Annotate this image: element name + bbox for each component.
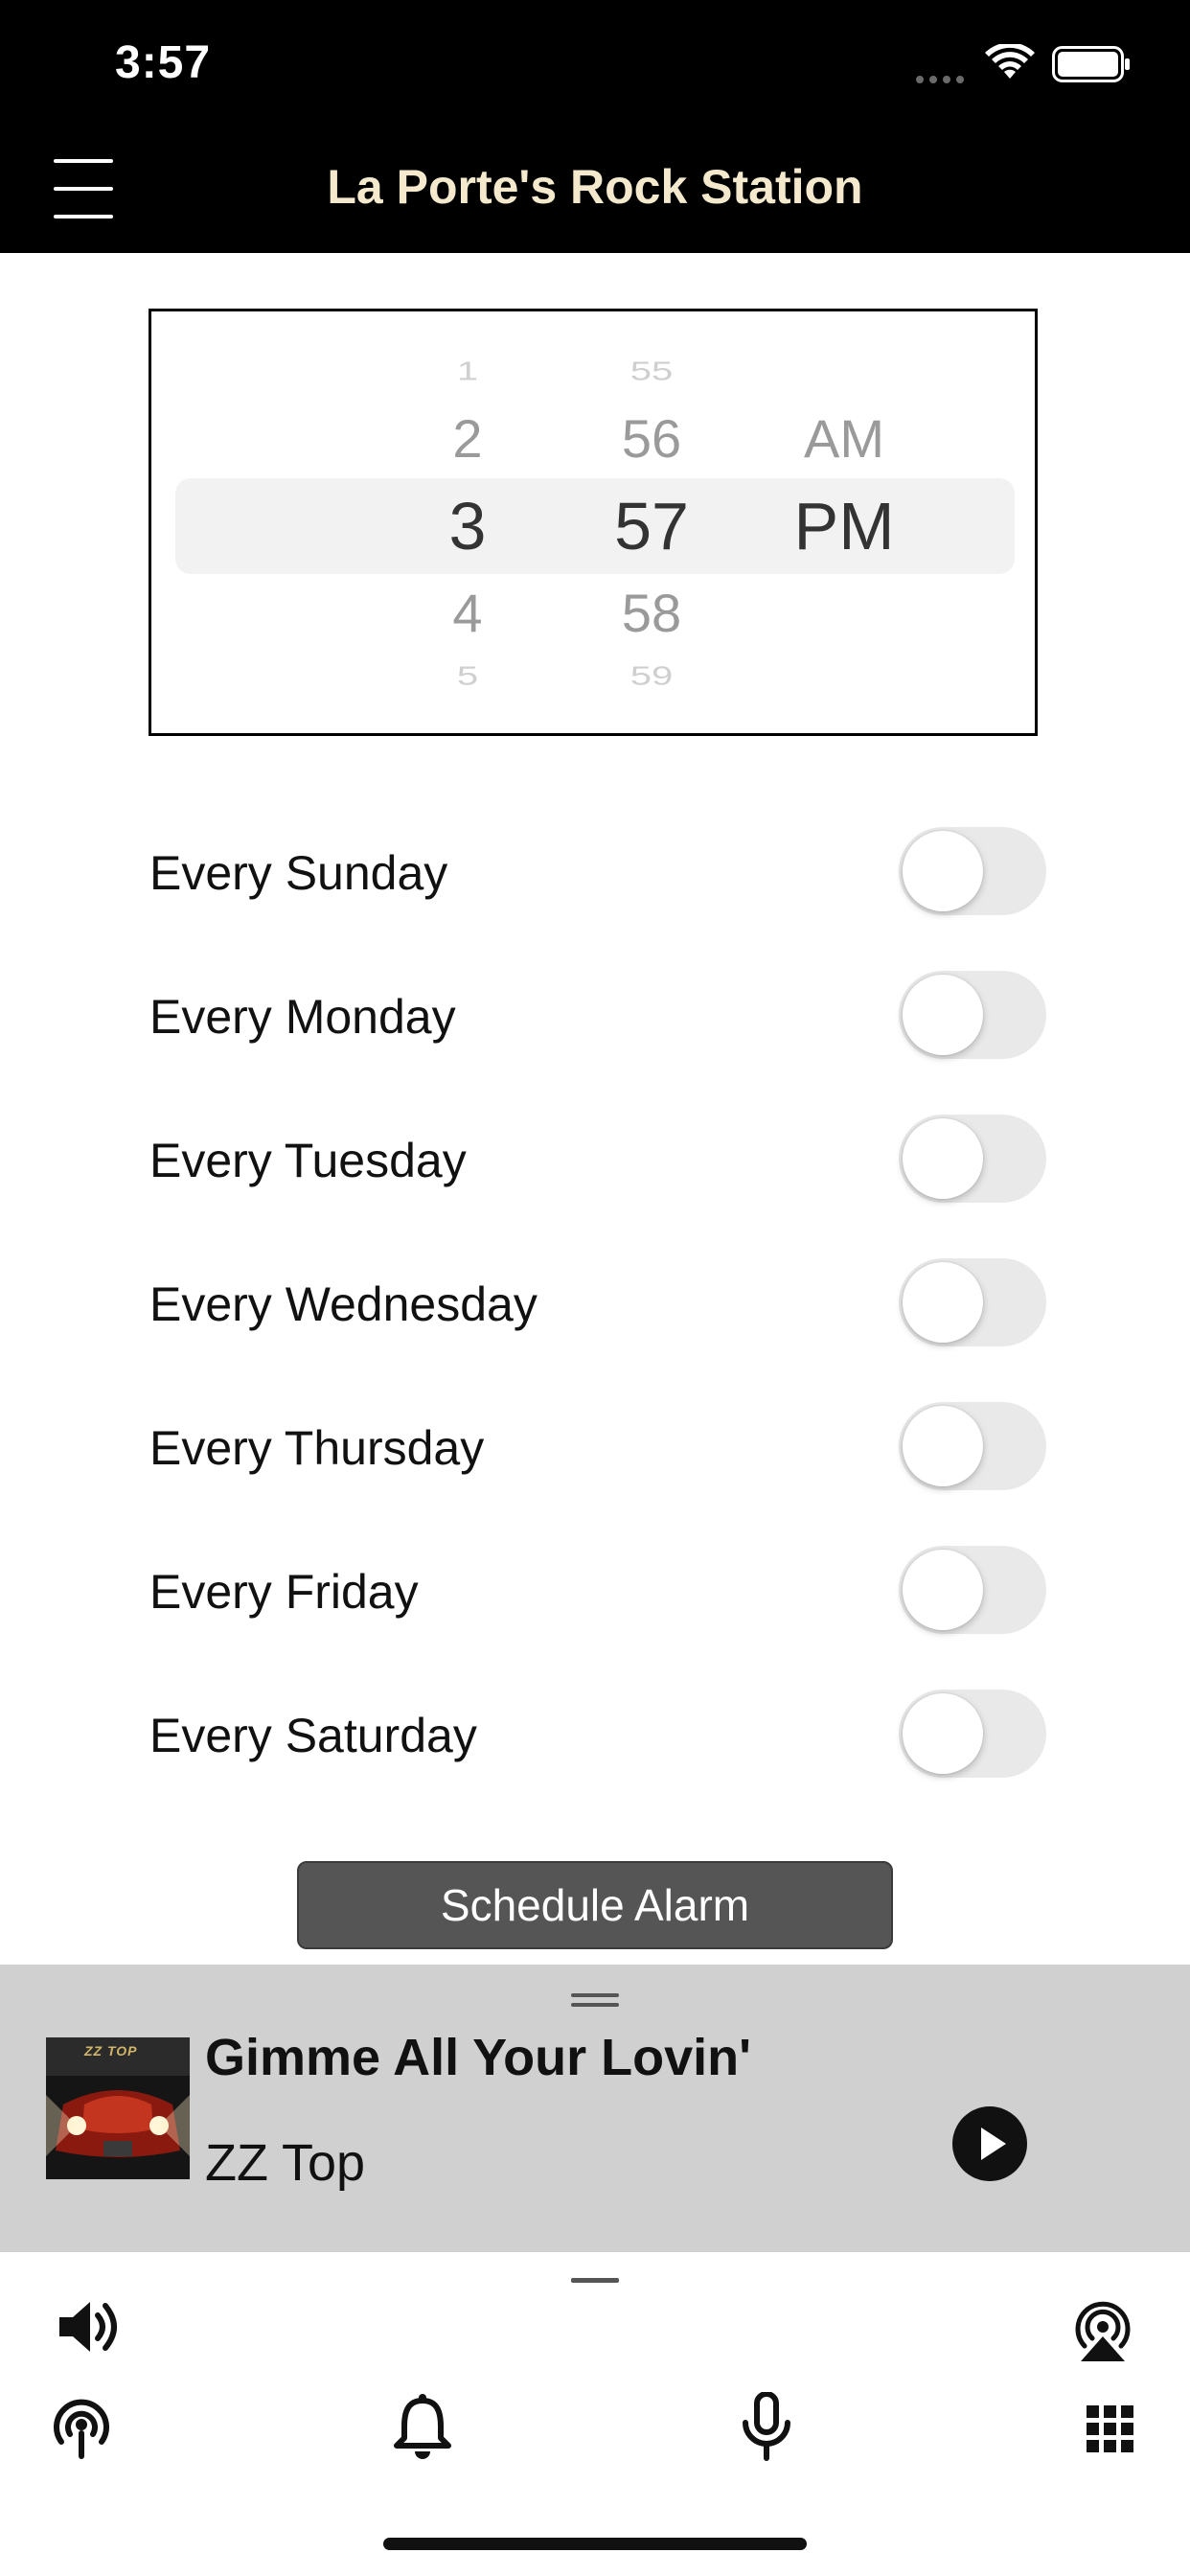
bell-icon[interactable]: [393, 2392, 452, 2461]
album-art-text: ZZ TOP: [84, 2043, 138, 2058]
drag-handle-icon[interactable]: [571, 2278, 619, 2283]
day-row-friday: Every Friday: [149, 1541, 1046, 1637]
now-playing-bar[interactable]: ZZ TOP Gimme All Your Lovin' ZZ Top: [0, 1965, 1190, 2252]
tuesday-toggle[interactable]: [899, 1115, 1046, 1203]
sunday-toggle[interactable]: [899, 827, 1046, 915]
toggle-knob: [903, 1262, 983, 1343]
minute-option[interactable]: 59: [570, 661, 733, 692]
bottom-controls: [0, 2252, 1190, 2576]
hour-option[interactable]: 2: [386, 407, 549, 470]
toggle-knob: [903, 1406, 983, 1486]
hour-selected[interactable]: 3: [386, 488, 549, 564]
day-row-saturday: Every Saturday: [149, 1685, 1046, 1781]
album-art-image: [46, 2037, 190, 2179]
minute-option[interactable]: 55: [570, 356, 733, 387]
home-indicator: [383, 2538, 807, 2550]
microphone-icon[interactable]: [740, 2392, 793, 2463]
period-option[interactable]: AM: [763, 407, 926, 470]
track-artist: ZZ Top: [205, 2134, 366, 2192]
day-row-sunday: Every Sunday: [149, 822, 1046, 918]
time-picker[interactable]: 1 2 3 4 5 55 56 57 58 59 AM PM: [149, 309, 1038, 736]
wednesday-toggle[interactable]: [899, 1258, 1046, 1346]
minute-option[interactable]: 56: [570, 407, 733, 470]
minute-option[interactable]: 58: [570, 582, 733, 644]
status-time: 3:57: [115, 37, 212, 88]
hour-option[interactable]: 4: [386, 582, 549, 644]
schedule-alarm-button[interactable]: Schedule Alarm: [297, 1861, 893, 1949]
toggle-knob: [903, 831, 983, 911]
day-row-tuesday: Every Tuesday: [149, 1110, 1046, 1206]
toggle-knob: [903, 1693, 983, 1774]
friday-toggle[interactable]: [899, 1546, 1046, 1634]
monday-toggle[interactable]: [899, 971, 1046, 1059]
saturday-toggle[interactable]: [899, 1690, 1046, 1778]
toggle-knob: [903, 1118, 983, 1199]
hour-option[interactable]: 5: [386, 661, 549, 692]
thursday-toggle[interactable]: [899, 1402, 1046, 1490]
station-title: La Porte's Rock Station: [327, 160, 863, 214]
day-row-wednesday: Every Wednesday: [149, 1254, 1046, 1349]
period-selected[interactable]: PM: [763, 488, 926, 564]
play-button[interactable]: [952, 2106, 1027, 2181]
day-label: Every Thursday: [149, 1421, 485, 1475]
period-wheel[interactable]: AM PM: [763, 311, 926, 733]
album-art: ZZ TOP: [46, 2037, 190, 2179]
day-label: Every Saturday: [149, 1709, 477, 1762]
volume-icon[interactable]: [54, 2292, 123, 2361]
toggle-knob: [903, 975, 983, 1055]
day-label: Every Tuesday: [149, 1134, 467, 1187]
track-title: Gimme All Your Lovin': [205, 2029, 751, 2086]
day-label: Every Sunday: [149, 846, 448, 900]
day-row-monday: Every Monday: [149, 966, 1046, 1062]
hour-wheel[interactable]: 1 2 3 4 5: [386, 311, 549, 733]
hour-option[interactable]: 1: [386, 356, 549, 387]
day-row-thursday: Every Thursday: [149, 1397, 1046, 1493]
minute-wheel[interactable]: 55 56 57 58 59: [570, 311, 733, 733]
drag-handle-icon[interactable]: [571, 1993, 619, 2011]
day-label: Every Friday: [149, 1565, 419, 1619]
cellular-signal-icon: [916, 71, 970, 88]
podcast-icon[interactable]: [48, 2394, 115, 2463]
airplay-icon[interactable]: [1067, 2294, 1138, 2363]
toggle-knob: [903, 1550, 983, 1630]
grid-icon[interactable]: [1087, 2405, 1134, 2453]
day-label: Every Wednesday: [149, 1277, 538, 1331]
top-bar: 3:57 La Porte's Rock Station: [0, 0, 1190, 253]
minute-selected[interactable]: 57: [570, 488, 733, 564]
wifi-icon: [985, 44, 1035, 79]
battery-icon: [1052, 46, 1130, 82]
day-label: Every Monday: [149, 990, 456, 1044]
